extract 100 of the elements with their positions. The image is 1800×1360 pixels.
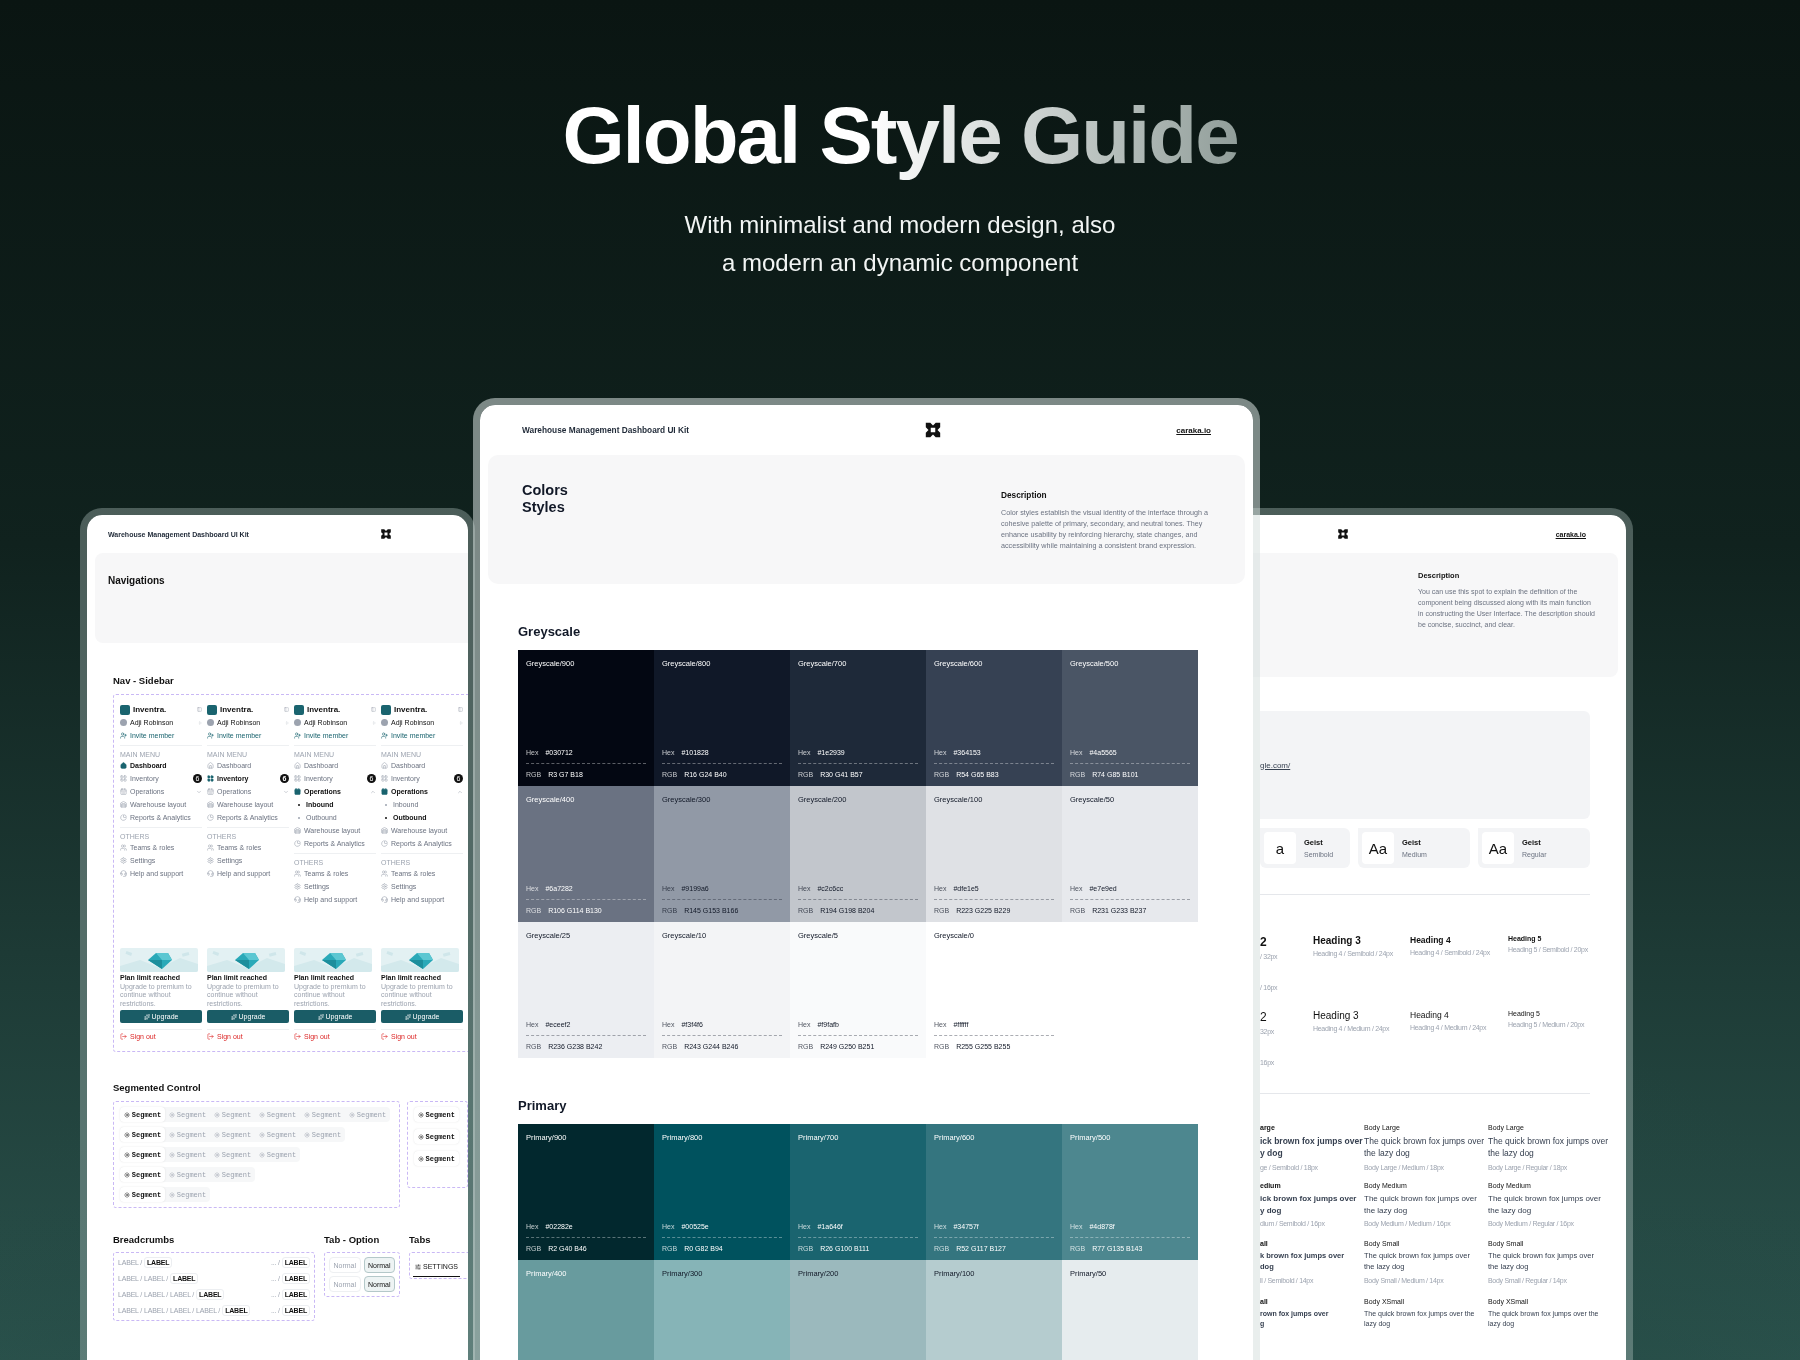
logo-icon	[1337, 528, 1349, 540]
headset-icon	[381, 896, 388, 903]
section-title: Nav - Sidebar	[113, 675, 175, 686]
logo-icon	[923, 421, 942, 439]
pie-chart-icon	[294, 840, 301, 847]
headset-icon	[294, 896, 301, 903]
chevron-icon[interactable]	[370, 788, 376, 795]
sun-icon	[123, 1191, 130, 1198]
avatar	[207, 719, 214, 726]
chevron-icon[interactable]	[457, 788, 463, 795]
sun-icon	[417, 1155, 424, 1162]
page-heading: Navigations	[108, 575, 166, 586]
sign-out-icon	[120, 1033, 127, 1040]
avatar	[120, 719, 127, 726]
calendar-icon	[207, 788, 214, 795]
site-link[interactable]: caraka.io	[1176, 425, 1211, 435]
users-icon	[120, 844, 127, 851]
sign-out-icon	[207, 1033, 214, 1040]
sun-icon	[168, 1111, 175, 1118]
warehouse-icon	[381, 827, 388, 834]
sun-icon	[213, 1171, 220, 1178]
sample-text: The quick brown fox jumps over the lazy dog	[1364, 1193, 1478, 1217]
users-icon	[381, 870, 388, 877]
sample-text: ick brown fox jumps over	[1260, 1193, 1358, 1205]
url-link[interactable]: gle.com/	[1260, 760, 1291, 770]
sun-icon	[258, 1111, 265, 1118]
panel-icon[interactable]	[371, 707, 376, 712]
pie-chart-icon	[120, 814, 127, 821]
home-icon	[120, 762, 127, 769]
user-plus-icon	[207, 732, 214, 739]
chevron-icon[interactable]	[283, 788, 289, 795]
sample-text: The quick brown fox jumps over the lazy dog	[1488, 1193, 1602, 1217]
sparkle-icon	[230, 1013, 237, 1020]
sun-icon	[417, 1111, 424, 1118]
grid-icon	[294, 775, 301, 782]
sun-icon	[258, 1151, 265, 1158]
panel-icon[interactable]	[458, 707, 463, 712]
logo-icon	[380, 528, 392, 540]
brand-name: Inventra.	[220, 705, 254, 714]
settings-icon	[294, 883, 301, 890]
sun-icon	[123, 1131, 130, 1138]
sun-icon	[303, 1111, 310, 1118]
user-plus-icon	[120, 732, 127, 739]
panel-icon[interactable]	[197, 707, 202, 712]
sun-icon	[168, 1171, 175, 1178]
kit-title: Warehouse Management Dashboard UI Kit	[522, 425, 690, 435]
users-icon	[294, 870, 301, 877]
user-plus-icon	[294, 732, 301, 739]
sun-icon	[303, 1131, 310, 1138]
avatar	[294, 719, 301, 726]
section-title: Breadcrumbs	[113, 1234, 176, 1245]
settings-icon	[381, 883, 388, 890]
warehouse-icon	[120, 801, 127, 808]
page-heading: Colors Styles	[522, 482, 568, 517]
calendar-icon	[381, 788, 388, 795]
home-icon	[294, 762, 301, 769]
heading-sample: Heading 3	[1313, 1010, 1360, 1021]
warehouse-icon	[207, 801, 214, 808]
sliders-icon	[415, 1263, 421, 1270]
calendar-icon	[120, 788, 127, 795]
pie-chart-icon	[381, 840, 388, 847]
brand-logo-icon	[381, 704, 391, 715]
sparkle-icon	[143, 1013, 150, 1020]
hero-subtitle: With minimalist and modern design, also a modern an dynamic component	[684, 210, 1116, 278]
heading-sample: 2	[1260, 1010, 1268, 1024]
brand-name: Inventra.	[133, 705, 167, 714]
sun-icon	[213, 1131, 220, 1138]
panel-icon[interactable]	[284, 707, 289, 712]
chevron-icon[interactable]	[196, 788, 202, 795]
sun-icon	[123, 1171, 130, 1178]
sparkle-icon	[317, 1013, 324, 1020]
sun-icon	[348, 1111, 355, 1118]
user-plus-icon	[381, 732, 388, 739]
settings-icon	[120, 857, 127, 864]
settings-icon	[207, 857, 214, 864]
home-icon	[207, 762, 214, 769]
heading-sample: Heading 3	[1313, 935, 1362, 946]
sample-text: The quick brown fox jumps over the lazy dog	[1488, 1135, 1609, 1160]
sun-icon	[123, 1111, 130, 1118]
headset-icon	[207, 870, 214, 877]
heading-sample: Heading 4	[1410, 935, 1452, 945]
home-icon	[381, 762, 388, 769]
font-sample: Aa	[1362, 832, 1394, 864]
font-sample: a	[1264, 832, 1296, 864]
sun-icon	[258, 1131, 265, 1138]
sample-text: y dog	[1260, 1204, 1283, 1217]
sign-out-icon	[294, 1033, 301, 1040]
warehouse-icon	[294, 827, 301, 834]
palette-title: Primary	[518, 1098, 568, 1113]
grid-icon	[207, 775, 214, 782]
grid-icon	[120, 775, 127, 782]
section-title: Segmented Control	[113, 1082, 202, 1093]
brand-logo-icon	[120, 704, 130, 715]
brand-logo-icon	[294, 704, 304, 715]
brand-name: Inventra.	[394, 705, 428, 714]
heading-sample: 2	[1260, 935, 1268, 949]
avatar	[381, 719, 388, 726]
section-title: Tabs	[409, 1234, 432, 1245]
calendar-icon	[294, 788, 301, 795]
section-title: Tab - Option	[324, 1234, 381, 1245]
